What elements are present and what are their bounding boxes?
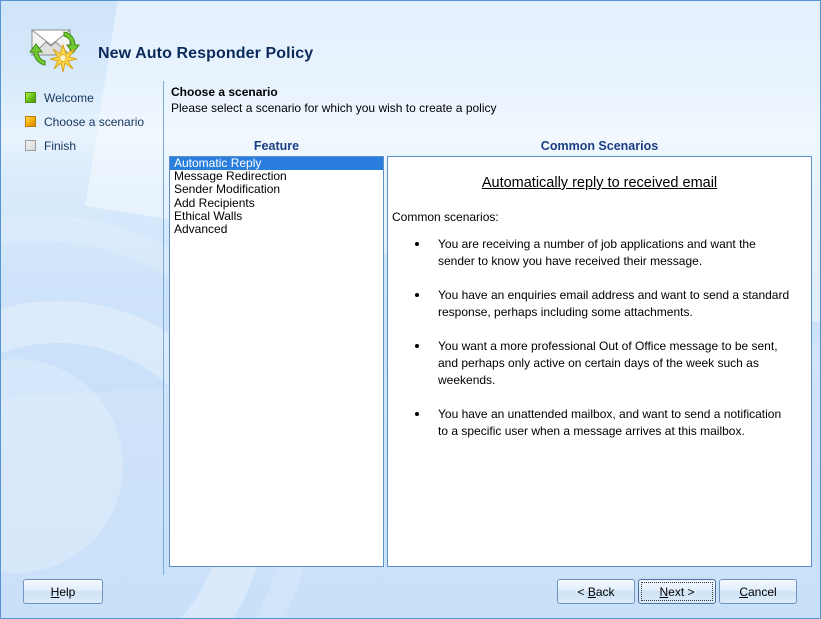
envelope-refresh-icon bbox=[24, 22, 82, 74]
back-button-label: < Back bbox=[577, 584, 615, 599]
list-item[interactable]: Sender Modification bbox=[170, 183, 383, 196]
step-status-icon-welcome bbox=[25, 92, 36, 103]
back-button[interactable]: < Back bbox=[557, 579, 635, 604]
bullet-dot-icon bbox=[415, 293, 419, 297]
feature-listbox[interactable]: Automatic Reply Message Redirection Send… bbox=[169, 156, 384, 567]
window-title: New Auto Responder Policy bbox=[98, 45, 314, 62]
list-item[interactable]: Add Recipients bbox=[170, 196, 383, 210]
step-status-icon-choose-a-scenario bbox=[25, 116, 36, 127]
scenario-description-panel: Automatically reply to received email Co… bbox=[387, 156, 812, 567]
step-label-welcome: Welcome bbox=[44, 90, 94, 105]
bullet-dot-icon bbox=[415, 412, 419, 416]
step-label-choose-a-scenario: Choose a scenario bbox=[44, 114, 145, 129]
scenario-bullet: You have an unattended mailbox, and want… bbox=[388, 406, 793, 440]
page-title: Choose a scenario bbox=[171, 85, 278, 99]
scenario-bullet: You want a more professional Out of Offi… bbox=[388, 338, 793, 389]
cancel-button[interactable]: Cancel bbox=[719, 579, 797, 604]
content-divider bbox=[163, 81, 164, 575]
scenarios-column-caption: Common Scenarios bbox=[540, 139, 659, 153]
bullet-dot-icon bbox=[415, 242, 419, 246]
list-item[interactable]: Advanced bbox=[170, 222, 383, 236]
scenario-intro: Common scenarios: bbox=[392, 210, 499, 224]
page-subtitle: Please select a scenario for which you w… bbox=[171, 101, 497, 115]
page-heading: Choose a scenario Please select a scenar… bbox=[171, 85, 811, 115]
scenario-bullet: You are receiving a number of job applic… bbox=[388, 236, 793, 270]
scenario-title: Automatically reply to received email bbox=[481, 175, 718, 191]
next-button-label: Next > bbox=[659, 584, 695, 599]
background-ring-inner bbox=[1, 359, 123, 573]
scenario-bullet-text: You are receiving a number of job applic… bbox=[438, 237, 756, 268]
scenario-bullet-list: You are receiving a number of job applic… bbox=[388, 236, 811, 440]
scenario-bullet: You have an enquiries email address and … bbox=[388, 287, 793, 321]
help-button-label: Help bbox=[50, 584, 76, 599]
cancel-button-label: Cancel bbox=[739, 584, 777, 599]
list-item[interactable]: Ethical Walls bbox=[170, 209, 383, 223]
feature-column-caption: Feature bbox=[253, 139, 300, 153]
scenario-bullet-text: You have an unattended mailbox, and want… bbox=[438, 407, 782, 438]
step-item-choose-a-scenario[interactable]: Choose a scenario bbox=[25, 111, 157, 132]
wizard-header: New Auto Responder Policy bbox=[2, 2, 820, 76]
step-item-welcome[interactable]: Welcome bbox=[25, 87, 157, 108]
wizard-window: New Auto Responder Policy Welcome Choose… bbox=[0, 0, 821, 619]
bullet-dot-icon bbox=[415, 344, 419, 348]
step-item-finish[interactable]: Finish bbox=[25, 135, 157, 156]
step-label-finish: Finish bbox=[44, 138, 77, 153]
scenario-bullet-text: You have an enquiries email address and … bbox=[438, 288, 790, 319]
scenario-bullet-text: You want a more professional Out of Offi… bbox=[438, 339, 778, 387]
next-button[interactable]: Next > bbox=[638, 579, 716, 604]
step-status-icon-finish bbox=[25, 140, 36, 151]
help-button[interactable]: Help bbox=[23, 579, 103, 604]
wizard-step-list: Welcome Choose a scenario Finish bbox=[25, 87, 157, 159]
